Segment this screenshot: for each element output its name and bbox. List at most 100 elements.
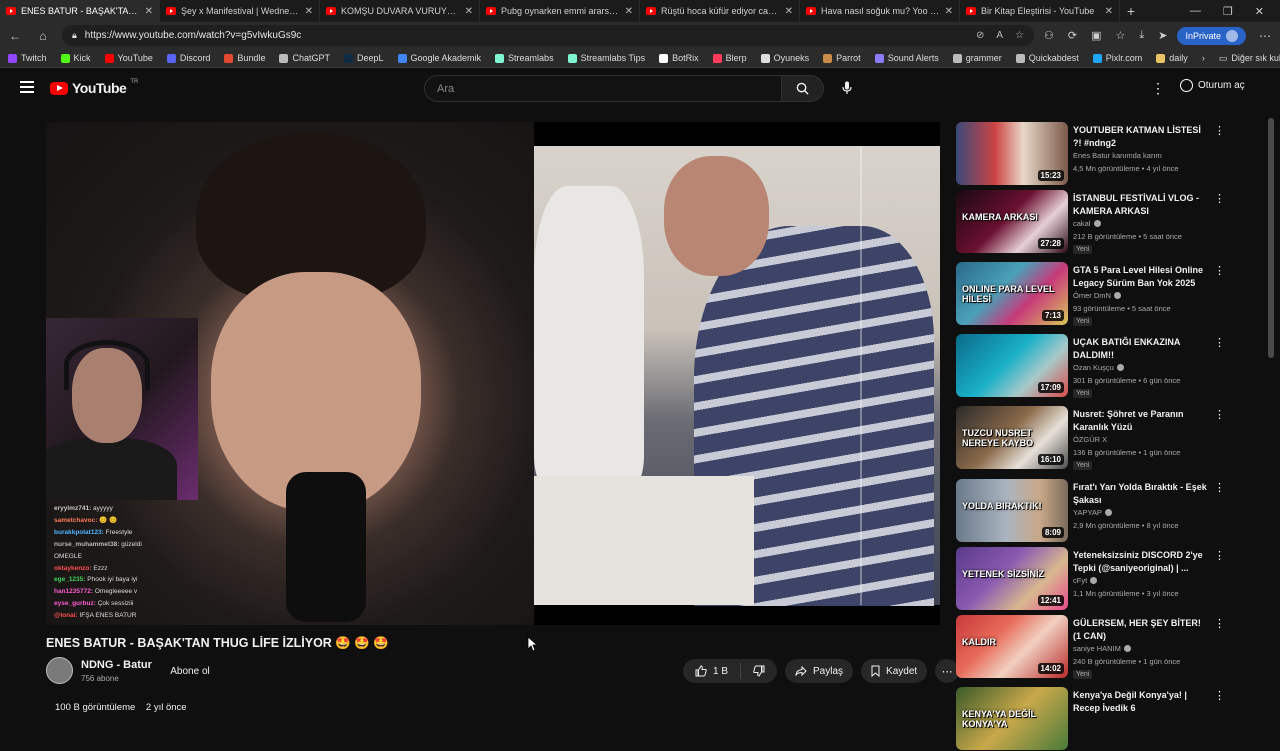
bookmark-item[interactable]: Streamlabs Tips (567, 53, 645, 63)
video-thumbnail[interactable]: 15:23 (956, 122, 1068, 185)
download-icon[interactable]: ⤓ (1139, 29, 1144, 42)
share-button[interactable]: Paylaş (785, 659, 854, 683)
recommended-more-icon[interactable]: ⋮ (1214, 192, 1225, 205)
home-icon[interactable]: ⌂ (34, 29, 52, 43)
share-icon[interactable]: ➤ (1158, 29, 1167, 42)
read-aloud-icon[interactable]: A (996, 30, 1003, 41)
recommended-video[interactable]: 17:09 UÇAK BATIĞI ENKAZINA DALDIM!! Ozan K… (956, 334, 1226, 398)
video-player[interactable]: eryyimz741: ayyyyy sametchavoc: 😊 😊 burakk… (46, 122, 940, 625)
bookmark-item[interactable]: Kick (60, 53, 91, 63)
recommended-video[interactable]: TUZCU NUSRET NEREYE KAYBO 16:10 Nusret: Şö… (956, 406, 1226, 470)
recommended-channel[interactable]: YAPYAP (1073, 508, 1112, 517)
recommended-channel[interactable]: cFyt (1073, 576, 1098, 585)
recommended-title[interactable]: GTA 5 Para Level Hilesi Online Legacy Sü… (1073, 264, 1211, 289)
search-input[interactable]: Ara (424, 75, 782, 102)
recommended-title[interactable]: İSTANBUL FESTİVALİ VLOG - KAMERA ARKASI (1073, 192, 1211, 217)
recommended-title[interactable]: GÜLERSEM, HER ŞEY BİTER! (1 CAN) (1073, 617, 1211, 642)
split-screen-icon[interactable]: ▣ (1091, 29, 1101, 42)
bookmark-item[interactable]: Blerp (712, 53, 747, 63)
channel-avatar[interactable] (46, 657, 73, 684)
browser-tab[interactable]: KOMŞU DUVARA VURUYOR UNLU ✕ (320, 0, 480, 22)
recommended-video[interactable]: KAMERA ARKASI 27:28 İSTANBUL FESTİVALİ VLO… (956, 190, 1226, 254)
tracking-icon[interactable]: ⊘ (976, 30, 984, 41)
other-favorites-button[interactable]: › ▭Diğer sık kullanılanlar (1202, 53, 1280, 64)
search-button[interactable] (782, 75, 824, 102)
back-icon[interactable]: ← (6, 29, 24, 43)
recommended-video[interactable]: ONLINE PARA LEVEL HİLESİ 7:13 GTA 5 Para L… (956, 262, 1226, 326)
browser-tab[interactable]: Hava nasıl soğuk mu? Yoo sıcak : ✕ (800, 0, 960, 22)
recommended-title[interactable]: Yeteneksizsiniz DISCORD 2'ye Tepki (@san… (1073, 549, 1211, 574)
recommended-channel[interactable]: saniye HANIM (1073, 644, 1131, 653)
favorites-icon[interactable]: ☆ (1116, 29, 1126, 42)
video-thumbnail[interactable]: KALDIR 14:02 (956, 615, 1068, 678)
recommended-more-icon[interactable]: ⋮ (1214, 124, 1225, 137)
recommended-channel[interactable]: Enes Batur kanımda karım (1073, 151, 1162, 160)
recommended-more-icon[interactable]: ⋮ (1214, 689, 1225, 702)
recommended-title[interactable]: Nusret: Şöhret ve Paranın Karanlık Yüzü (1073, 408, 1211, 433)
scrollbar-thumb[interactable] (1268, 118, 1274, 358)
video-description-meta[interactable]: 100 B görüntüleme 2 yıl önce (55, 702, 195, 713)
recommended-title[interactable]: Fırat'ı Yarı Yolda Bıraktık - Eşek Şakas… (1073, 481, 1211, 506)
browser-tab[interactable]: Pubg oynarken emmi ararsa olur ✕ (480, 0, 640, 22)
tab-close-icon[interactable]: ✕ (1105, 6, 1113, 17)
video-thumbnail[interactable]: ONLINE PARA LEVEL HİLESİ 7:13 (956, 262, 1068, 325)
bookmark-item[interactable]: BotRix (659, 53, 699, 63)
save-button[interactable]: Kaydet (861, 659, 928, 683)
bookmark-item[interactable]: Quickabdest (1015, 53, 1079, 63)
recommended-video[interactable]: 15:23 YOUTUBER KATMAN LİSTESİ ?! #ndng2 En… (956, 122, 1226, 186)
channel-name[interactable]: NDNG - Batur (81, 659, 152, 671)
bookmark-item[interactable]: ChatGPT (279, 53, 330, 63)
recommended-title[interactable]: YOUTUBER KATMAN LİSTESİ ?! #ndng2 (1073, 124, 1211, 149)
extensions-icon[interactable]: ⚇ (1044, 29, 1054, 42)
bookmark-item[interactable]: Streamlabs (495, 53, 554, 63)
like-button[interactable]: 1 B (683, 663, 742, 679)
page-scrollbar[interactable] (1268, 108, 1274, 720)
dislike-button[interactable] (741, 665, 777, 677)
bookmark-item[interactable]: DeepL (343, 53, 384, 63)
bookmark-item[interactable]: Bundle (224, 53, 265, 63)
bookmark-item[interactable]: Sound Alerts (874, 53, 939, 63)
video-thumbnail[interactable]: YETENEK SİZSİNİZ 12:41 (956, 547, 1068, 610)
recommended-more-icon[interactable]: ⋮ (1214, 481, 1225, 494)
recommended-more-icon[interactable]: ⋮ (1214, 617, 1225, 630)
address-bar[interactable]: 🔒︎ https://www.youtube.com/watch?v=g5vIw… (62, 25, 1034, 46)
recommended-more-icon[interactable]: ⋮ (1214, 264, 1225, 277)
tab-close-icon[interactable]: ✕ (145, 6, 153, 17)
browser-tab[interactable]: Rüştü hoca küfür ediyor canlı yay ✕ (640, 0, 800, 22)
bookmark-item[interactable]: grammer (952, 53, 1002, 63)
recommended-title[interactable]: Kenya'ya Değil Konya'ya! | Recep İvedik … (1073, 689, 1211, 714)
close-window-icon[interactable]: ✕ (1255, 5, 1264, 18)
recommended-channel[interactable]: Ömer DmN (1073, 291, 1121, 300)
recommended-video[interactable]: KENYA'YA DEĞİL KONYA'YA Kenya'ya Değil Ko… (956, 687, 1226, 751)
recommended-more-icon[interactable]: ⋮ (1214, 408, 1225, 421)
subscribe-button[interactable]: Abone ol (160, 661, 220, 681)
recommended-video[interactable]: YOLDA BIRAKTIK! 8:09 Fırat'ı Yarı Yolda Bı… (956, 479, 1226, 543)
video-thumbnail[interactable]: KAMERA ARKASI 27:28 (956, 190, 1068, 253)
signin-button[interactable]: Oturum aç (1180, 79, 1245, 92)
browser-tab[interactable]: ENES BATUR - BAŞAK'TAN TH ✕ (0, 0, 160, 22)
bookmark-item[interactable]: Twitch (8, 53, 47, 63)
new-tab-button[interactable]: + (1120, 3, 1142, 19)
minimize-icon[interactable]: — (1190, 5, 1201, 18)
voice-search-button[interactable] (839, 80, 855, 96)
bookmark-item[interactable]: Discord (166, 53, 210, 63)
bookmark-item[interactable]: daily (1156, 53, 1188, 63)
video-thumbnail[interactable]: KENYA'YA DEĞİL KONYA'YA (956, 687, 1068, 750)
browser-tab[interactable]: Bir Kitap Eleştirisi - YouTube ✕ (960, 0, 1120, 22)
video-thumbnail[interactable]: 17:09 (956, 334, 1068, 397)
bookmark-item[interactable]: Oyuneks (760, 53, 809, 63)
bookmark-item[interactable]: Pixlr.com (1092, 53, 1142, 63)
browser-menu-icon[interactable]: ⋯ (1256, 29, 1274, 43)
recommended-channel[interactable]: cakal (1073, 219, 1101, 228)
recommended-title[interactable]: UÇAK BATIĞI ENKAZINA DALDIM!! (1073, 336, 1211, 361)
recommended-channel[interactable]: Ozan Kuşçu (1073, 363, 1124, 372)
maximize-icon[interactable]: ❐ (1223, 5, 1233, 18)
tab-close-icon[interactable]: ✕ (785, 6, 793, 17)
tab-close-icon[interactable]: ✕ (625, 6, 633, 17)
favorite-star-icon[interactable]: ☆ (1015, 30, 1024, 41)
menu-hamburger-icon[interactable] (20, 81, 34, 93)
bookmark-item[interactable]: YouTube (104, 53, 153, 63)
recommended-more-icon[interactable]: ⋮ (1214, 549, 1225, 562)
bookmark-item[interactable]: Google Akademik (397, 53, 481, 63)
tab-close-icon[interactable]: ✕ (465, 6, 473, 17)
